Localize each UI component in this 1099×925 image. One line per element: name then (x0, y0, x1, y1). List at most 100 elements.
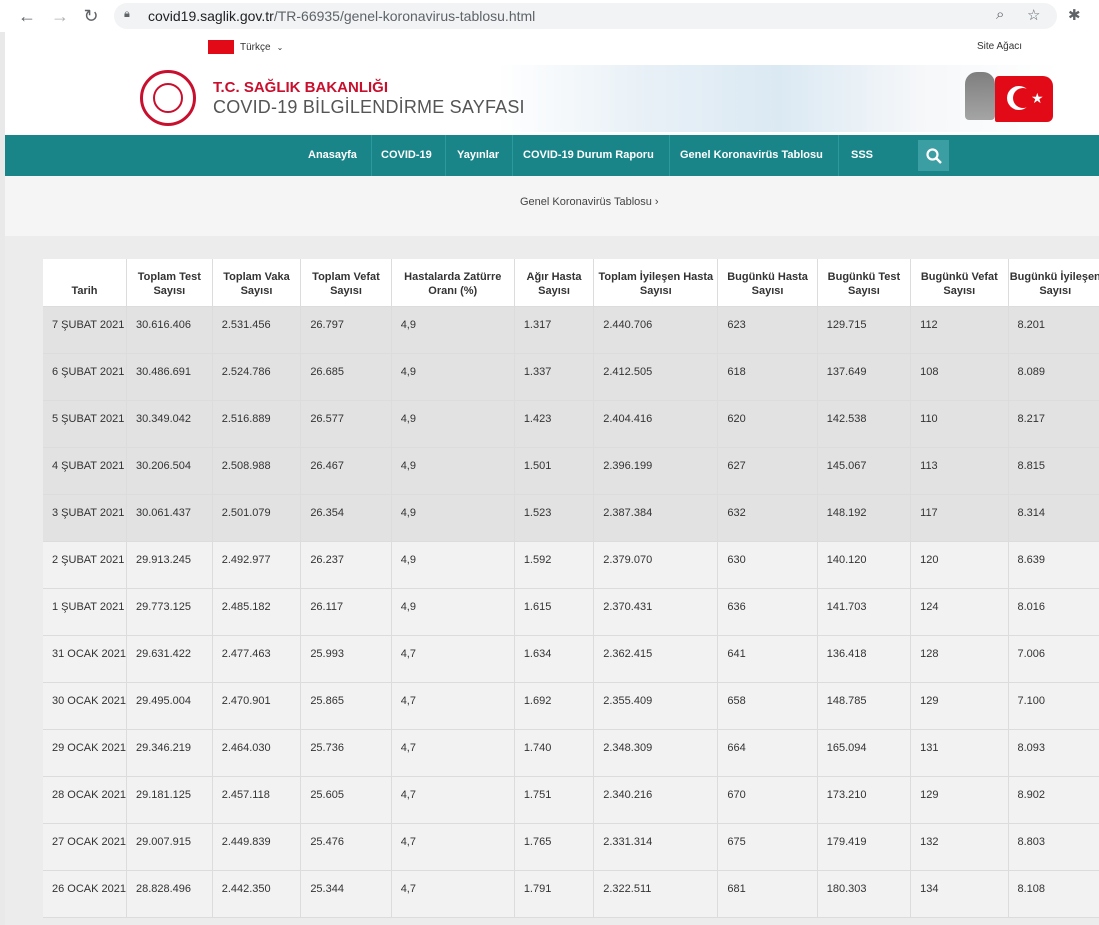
table-cell: 8.201 (1008, 306, 1099, 354)
date-cell: 2 ŞUBAT 2021 (43, 541, 127, 589)
nav-item-durum-raporu[interactable]: COVID-19 Durum Raporu (523, 149, 654, 161)
language-selector[interactable]: Türkçe ⌄ (208, 40, 283, 54)
table-cell: 4,7 (391, 870, 515, 918)
table-row: 27 OCAK 2021 29.007.915 2.449.839 25.476 4,7… (43, 823, 1099, 871)
table-cell: 113 (910, 447, 1009, 495)
table-cell: 664 (717, 729, 818, 777)
covid-data-table: Tarih Toplam Test Sayısı Toplam Vaka Say… (43, 259, 1099, 918)
date-cell: 3 ŞUBAT 2021 (43, 494, 127, 542)
table-cell: 2.508.988 (212, 447, 302, 495)
table-cell: 670 (717, 776, 818, 824)
table-cell: 8.217 (1008, 400, 1099, 448)
table-row: 1 ŞUBAT 2021 29.773.125 2.485.182 26.117 4,9… (43, 588, 1099, 636)
table-cell: 173.210 (817, 776, 912, 824)
nav-item-yayinlar[interactable]: Yayınlar (457, 149, 499, 161)
site-subtitle: COVID-19 BİLGİLENDİRME SAYFASI (213, 97, 525, 117)
table-cell: 2.516.889 (212, 400, 302, 448)
table-cell: 1.337 (514, 353, 595, 401)
table-cell: 145.067 (817, 447, 912, 495)
reload-icon[interactable]: ↻ (80, 5, 102, 27)
turkish-flag-icon: ★ (995, 76, 1053, 122)
table-cell: 8.016 (1008, 588, 1099, 636)
sitemap-link[interactable]: Site Ağacı (977, 41, 1022, 52)
table-cell: 2.464.030 (212, 729, 302, 777)
table-cell: 25.476 (300, 823, 392, 871)
table-cell: 4,9 (391, 541, 515, 589)
nav-item-anasayfa[interactable]: Anasayfa (308, 149, 357, 161)
table-cell: 26.467 (300, 447, 392, 495)
search-button[interactable] (918, 140, 949, 171)
table-cell: 25.736 (300, 729, 392, 777)
table-cell: 7.006 (1008, 635, 1099, 683)
table-cell: 2.531.456 (212, 306, 302, 354)
table-cell: 26.237 (300, 541, 392, 589)
ministry-logo[interactable] (140, 70, 196, 126)
table-cell: 129.715 (817, 306, 912, 354)
breadcrumb-current[interactable]: Genel Koronavirüs Tablosu › (520, 196, 659, 208)
table-cell: 1.692 (514, 682, 595, 730)
table-cell: 148.785 (817, 682, 912, 730)
column-header: Bugünkü Hasta Sayısı (717, 259, 818, 307)
nav-item-genel-tablo[interactable]: Genel Koronavirüs Tablosu (680, 149, 823, 161)
table-row: 26 OCAK 2021 28.828.496 2.442.350 25.344 4,7… (43, 870, 1099, 918)
table-cell: 8.314 (1008, 494, 1099, 542)
table-cell: 2.524.786 (212, 353, 302, 401)
column-header: Hastalarda Zatürre Oranı (%) (391, 259, 515, 307)
table-cell: 2.470.901 (212, 682, 302, 730)
table-cell: 26.117 (300, 588, 392, 636)
table-cell: 4,9 (391, 353, 515, 401)
date-cell: 27 OCAK 2021 (43, 823, 127, 871)
table-cell: 108 (910, 353, 1009, 401)
table-cell: 30.616.406 (126, 306, 213, 354)
nav-item-sss[interactable]: SSS (851, 149, 873, 161)
table-row: 30 OCAK 2021 29.495.004 2.470.901 25.865 4,7… (43, 682, 1099, 730)
table-cell: 4,7 (391, 729, 515, 777)
table-cell: 620 (717, 400, 818, 448)
table-cell: 136.418 (817, 635, 912, 683)
date-cell: 5 ŞUBAT 2021 (43, 400, 127, 448)
table-cell: 2.348.309 (593, 729, 719, 777)
table-cell: 29.773.125 (126, 588, 213, 636)
table-cell: 618 (717, 353, 818, 401)
url-path: /TR-66935/genel-koronavirus-tablosu.html (273, 8, 536, 24)
address-bar[interactable]: 🔒︎ covid19.saglik.gov.tr/TR-66935/genel-… (114, 3, 1057, 29)
column-header: Toplam Test Sayısı (126, 259, 213, 307)
table-cell: 1.317 (514, 306, 595, 354)
date-cell: 1 ŞUBAT 2021 (43, 588, 127, 636)
table-row: 5 ŞUBAT 2021 30.349.042 2.516.889 26.577 4,9… (43, 400, 1099, 448)
table-cell: 117 (910, 494, 1009, 542)
table-cell: 120 (910, 541, 1009, 589)
site-header: T.C. SAĞLIK BAKANLIĞI COVID-19 BİLGİLEND… (5, 62, 1099, 135)
table-cell: 129 (910, 682, 1009, 730)
breadcrumb: Genel Koronavirüs Tablosu › (5, 176, 1099, 236)
table-cell: 180.303 (817, 870, 912, 918)
extensions-icon[interactable]: ✱ (1068, 6, 1081, 24)
back-icon[interactable]: ← (16, 5, 38, 27)
table-cell: 165.094 (817, 729, 912, 777)
date-cell: 30 OCAK 2021 (43, 682, 127, 730)
table-cell: 641 (717, 635, 818, 683)
table-cell: 2.322.511 (593, 870, 719, 918)
forward-icon[interactable]: → (49, 5, 71, 27)
table-cell: 141.703 (817, 588, 912, 636)
bookmark-star-icon[interactable]: ☆ (1027, 6, 1040, 24)
table-cell: 4,7 (391, 776, 515, 824)
language-label: Türkçe (240, 41, 271, 53)
column-header: Tarih (43, 259, 127, 307)
table-cell: 4,7 (391, 682, 515, 730)
table-row: 4 ŞUBAT 2021 30.206.504 2.508.988 26.467 4,9… (43, 447, 1099, 495)
table-cell: 2.412.505 (593, 353, 719, 401)
table-cell: 29.913.245 (126, 541, 213, 589)
table-cell: 131 (910, 729, 1009, 777)
table-cell: 636 (717, 588, 818, 636)
table-cell: 110 (910, 400, 1009, 448)
zoom-icon[interactable]: ⌕ (996, 6, 1004, 23)
table-cell: 2.442.350 (212, 870, 302, 918)
nav-item-covid19[interactable]: COVID-19 (381, 149, 432, 161)
table-cell: 1.592 (514, 541, 595, 589)
turkish-flag-icon (208, 40, 234, 54)
table-cell: 128 (910, 635, 1009, 683)
table-row: 3 ŞUBAT 2021 30.061.437 2.501.079 26.354 4,9… (43, 494, 1099, 542)
column-header: Ağır Hasta Sayısı (514, 259, 595, 307)
table-cell: 4,9 (391, 400, 515, 448)
